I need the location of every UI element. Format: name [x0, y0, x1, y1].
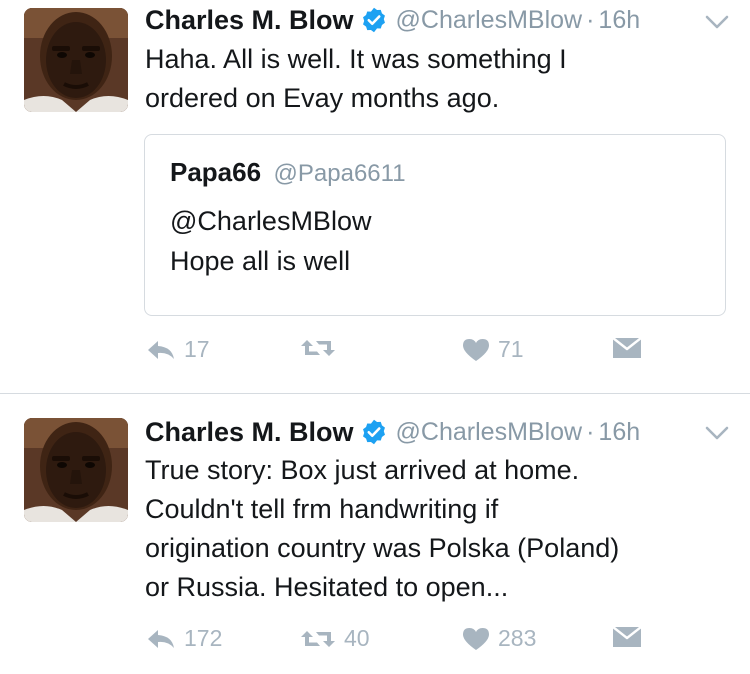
timestamp[interactable]: 16h [598, 6, 640, 35]
like-button[interactable]: 71 [462, 336, 524, 363]
author-handle[interactable]: @CharlesMBlow [396, 6, 583, 35]
retweet-button[interactable]: 40 [300, 625, 370, 652]
quoted-tweet-text: @CharlesMBlow Hope all is well [170, 201, 371, 281]
retweet-icon [301, 340, 335, 356]
reply-button[interactable]: 17 [146, 336, 210, 363]
like-count: 71 [498, 336, 524, 362]
tweet-actions: 17 71 [0, 336, 750, 376]
quoted-author-handle: @Papa6611 [273, 160, 406, 187]
direct-message-icon [612, 626, 642, 647]
direct-message-button[interactable] [612, 336, 642, 360]
tweet-text-line: Haha. All is well. It was something I [145, 44, 567, 74]
tweet-1[interactable]: Charles M. Blow @CharlesMBlow · 16h Haha… [0, 0, 750, 394]
direct-message-icon [612, 337, 642, 358]
tweet-text-line: True story: Box just arrived at home. [145, 455, 580, 485]
avatar-image [24, 8, 128, 112]
quoted-tweet[interactable]: Papa66 @Papa6611 @CharlesMBlow Hope all … [144, 134, 726, 316]
verified-badge-icon [362, 7, 385, 33]
quoted-text-line: @CharlesMBlow [170, 206, 372, 236]
tweet-text: Haha. All is well. It was something I or… [145, 40, 735, 118]
tweet-text-line: or Russia. Hesitated to open... [145, 572, 509, 602]
quoted-text-line: Hope all is well [170, 246, 351, 276]
author-handle[interactable]: @CharlesMBlow [396, 418, 583, 447]
reply-icon [148, 629, 174, 648]
reply-icon [148, 340, 174, 359]
chevron-down-icon[interactable] [704, 12, 730, 32]
tweet-text-line: Couldn't tell frm handwriting if [145, 494, 499, 524]
retweet-icon [301, 630, 335, 647]
retweet-button[interactable] [300, 336, 344, 360]
timestamp[interactable]: 16h [598, 418, 640, 447]
author-name[interactable]: Charles M. Blow [145, 5, 354, 36]
tweet-text-line: origination country was Polska (Poland) [145, 533, 620, 563]
separator-dot: · [586, 417, 595, 446]
tweet-text-line: ordered on Evay months ago. [145, 83, 500, 113]
verified-badge-icon [362, 419, 385, 445]
reply-button[interactable]: 172 [146, 625, 222, 652]
tweet-header: Charles M. Blow @CharlesMBlow · 16h [145, 0, 640, 40]
tweet-text: True story: Box just arrived at home. Co… [145, 451, 735, 607]
tweet-2[interactable]: Charles M. Blow @CharlesMBlow · 16h True… [0, 395, 750, 674]
tweet-actions: 172 40 283 [0, 625, 750, 665]
heart-icon [463, 338, 489, 361]
retweet-count: 40 [344, 625, 370, 651]
reply-count: 172 [184, 625, 223, 651]
tweet-divider [0, 393, 750, 394]
like-count: 283 [498, 625, 537, 651]
like-button[interactable]: 283 [462, 625, 536, 652]
quoted-author-name: Papa66 [170, 157, 262, 187]
avatar[interactable] [24, 8, 128, 112]
avatar-image [24, 418, 128, 522]
author-name[interactable]: Charles M. Blow [145, 417, 354, 448]
separator-dot: · [586, 5, 595, 34]
tweet-header: Charles M. Blow @CharlesMBlow · 16h [145, 412, 640, 452]
direct-message-button[interactable] [612, 625, 642, 649]
reply-count: 17 [184, 336, 210, 362]
chevron-down-icon[interactable] [704, 423, 730, 443]
avatar[interactable] [24, 418, 128, 522]
heart-icon [463, 627, 489, 650]
quoted-tweet-header: Papa66 @Papa6611 [170, 157, 406, 188]
